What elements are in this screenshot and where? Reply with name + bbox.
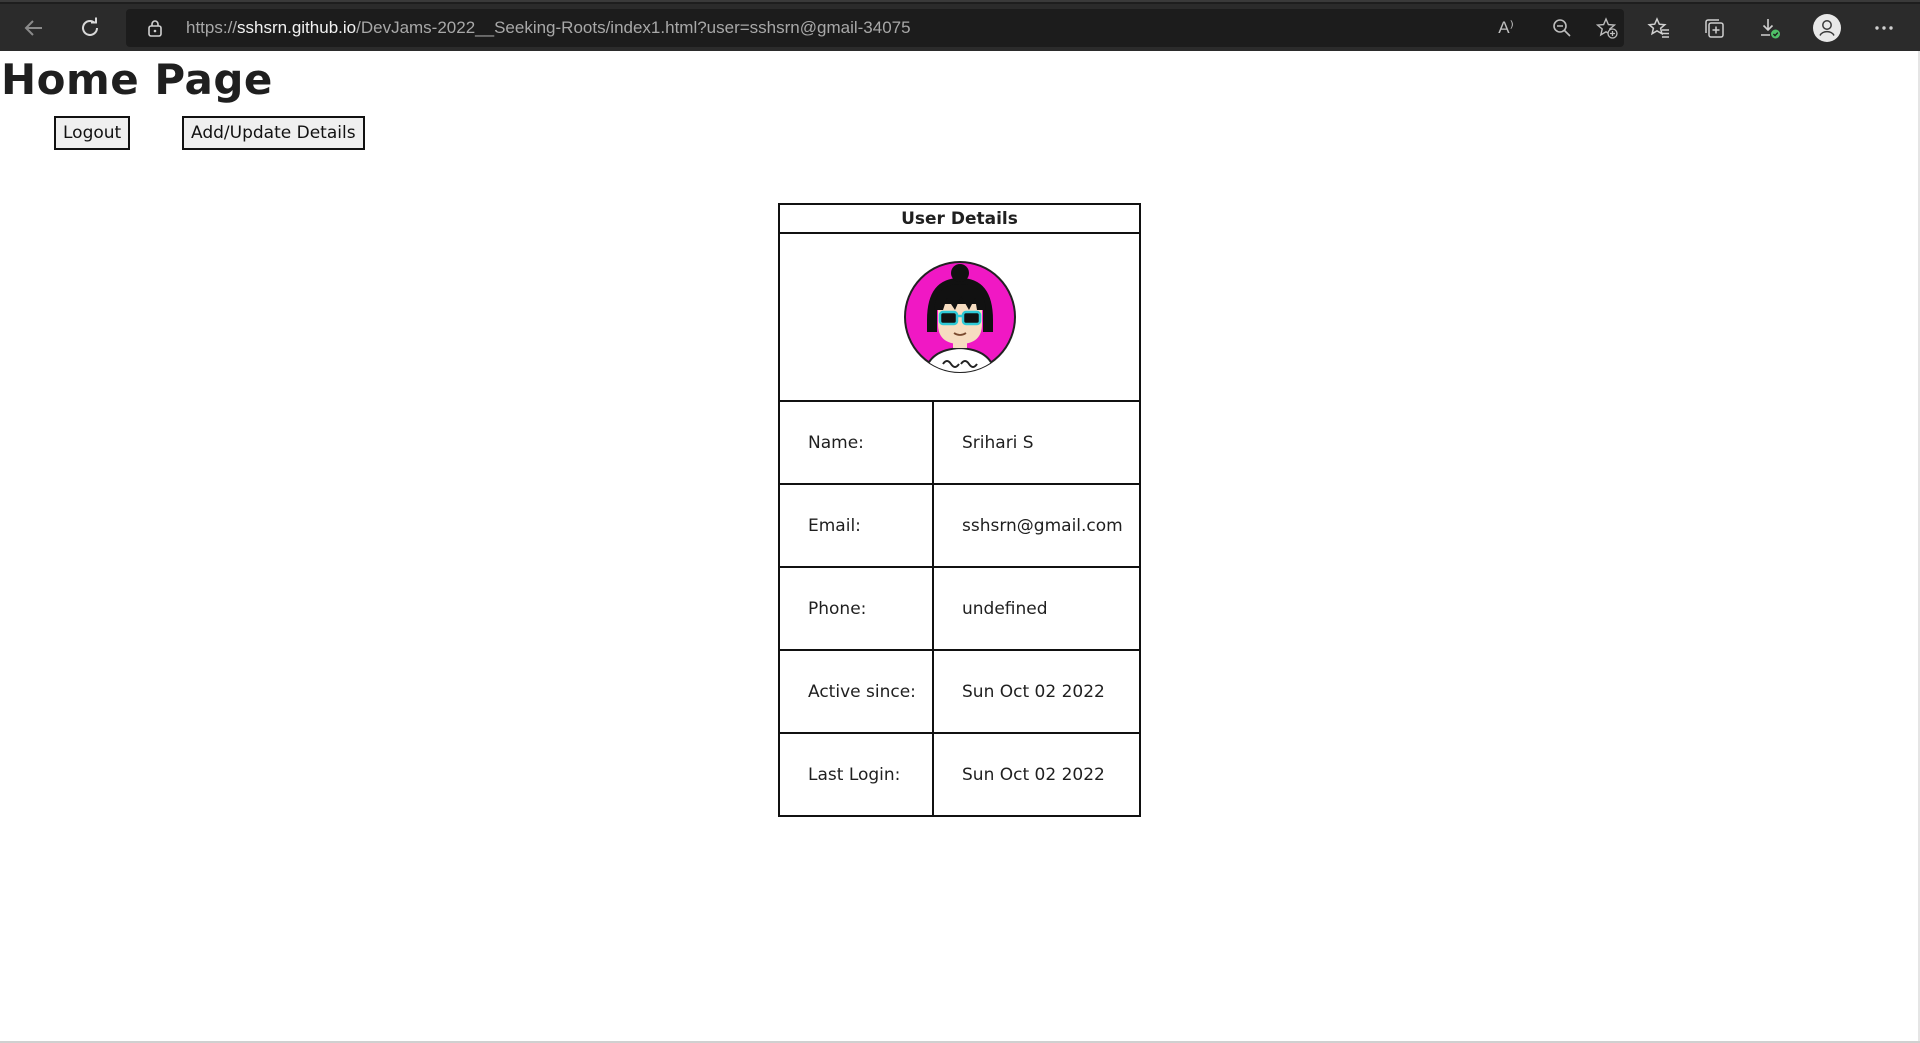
add-favorite-icon (1596, 17, 1618, 39)
profile-button[interactable] (1811, 12, 1843, 44)
name-value: Srihari S (932, 400, 1141, 485)
avatar (903, 261, 1016, 373)
table-row: Email: sshsrn@gmail.com (778, 483, 1141, 568)
active-since-value: Sun Oct 02 2022 (932, 649, 1141, 734)
phone-label: Phone: (778, 566, 934, 651)
avatar-row (778, 232, 1141, 402)
url-prefix: https:// (186, 18, 238, 37)
page-content: Home Page Logout Add/Update Details User… (0, 51, 1918, 1041)
last-login-value: Sun Oct 02 2022 (932, 732, 1141, 817)
table-row: Phone: undefined (778, 566, 1141, 651)
table-row: Last Login: Sun Oct 02 2022 (778, 732, 1141, 817)
url-host: sshsrn.github.io (237, 18, 357, 37)
back-button[interactable] (16, 10, 52, 46)
page-title: Home Page (1, 55, 273, 104)
active-since-label: Active since: (778, 649, 934, 734)
downloads-button[interactable] (1754, 12, 1786, 44)
browser-toolbar: https://sshsrn.github.io/DevJams-2022__S… (0, 0, 1920, 51)
tab-strip-edge (0, 2, 1920, 4)
collections-icon (1705, 19, 1724, 38)
email-label: Email: (778, 483, 934, 568)
table-row: Name: Srihari S (778, 400, 1141, 485)
refresh-button[interactable] (72, 10, 108, 46)
more-icon (1875, 26, 1893, 30)
name-label: Name: (778, 400, 934, 485)
last-login-label: Last Login: (778, 732, 934, 817)
favorites-button[interactable] (1643, 12, 1675, 44)
phone-value: undefined (932, 566, 1141, 651)
zoom-out-icon (1553, 19, 1571, 37)
back-icon (24, 20, 42, 36)
table-row: Active since: Sun Oct 02 2022 (778, 649, 1141, 734)
avatar-cell (778, 232, 1141, 402)
url-path: /DevJams-2022__Seeking-Roots/index1.html… (356, 18, 911, 37)
address-bar[interactable]: https://sshsrn.github.io/DevJams-2022__S… (126, 9, 1624, 47)
refresh-icon (82, 17, 98, 36)
table-header: User Details (778, 203, 1141, 234)
url-text[interactable]: https://sshsrn.github.io/DevJams-2022__S… (186, 18, 911, 38)
downloads-icon (1761, 19, 1780, 39)
email-value: sshsrn@gmail.com (932, 483, 1141, 568)
read-aloud-icon: A⁾ (1498, 18, 1514, 37)
table-header-row: User Details (778, 203, 1141, 234)
favorites-icon (1647, 17, 1669, 38)
collections-button[interactable] (1698, 12, 1730, 44)
user-details-table: User Details Name: Srihari S Email: sshs… (778, 203, 1141, 817)
logout-button[interactable]: Logout (54, 116, 131, 150)
profile-icon (1813, 14, 1841, 42)
lock-icon (148, 20, 162, 37)
add-favorite-button[interactable] (1596, 17, 1618, 39)
more-button[interactable] (1868, 12, 1900, 44)
read-aloud-button[interactable]: A⁾ (1495, 17, 1517, 39)
add-update-details-button[interactable]: Add/Update Details (182, 116, 365, 150)
zoom-out-button[interactable] (1551, 17, 1573, 39)
